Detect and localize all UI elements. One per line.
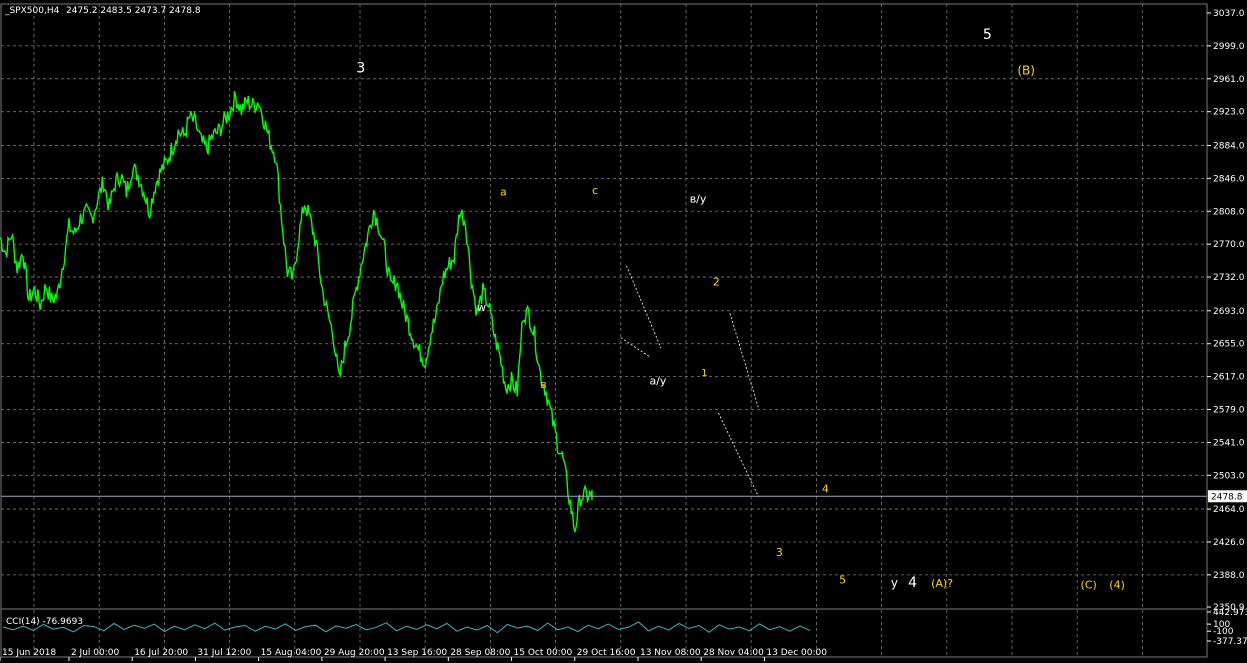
wave-label: 2 <box>713 276 720 289</box>
x-tick-label: 15 Oct 00:00 <box>514 648 573 658</box>
wave-label: (C) <box>1081 579 1097 592</box>
y-tick-label: 2426.0 <box>1213 538 1245 548</box>
x-tick-label: 29 Oct 16:00 <box>577 648 636 658</box>
y-tick-label: 3037.0 <box>1213 9 1245 19</box>
y-tick-label: 2579.0 <box>1213 406 1245 416</box>
wave-label: в/y <box>690 193 707 206</box>
y-tick-label: 2808.0 <box>1213 207 1245 217</box>
x-tick-label: 28 Sep 08:00 <box>450 648 510 658</box>
y-tick-label: 2732.0 <box>1213 273 1245 283</box>
wave-label: 4 <box>908 575 917 591</box>
symbol-label: _SPX500,H4 <box>4 6 60 16</box>
wave-label: (A)? <box>931 577 953 590</box>
wave-label: a/y <box>649 374 666 387</box>
y-tick-label: 2961.0 <box>1213 75 1245 85</box>
ohlc-readout: 2475.2 2483.5 2473.7 2478.8 <box>66 6 201 16</box>
wave-label: w <box>477 301 486 314</box>
y-tick-label: 2464.0 <box>1213 505 1245 515</box>
y-tick-label: 2770.0 <box>1213 240 1245 250</box>
x-tick-label: 15 Jun 2018 <box>2 648 56 658</box>
wave-label: 3 <box>776 546 783 559</box>
cci-tick-label: -100 <box>1213 627 1234 637</box>
wave-label: в <box>540 378 546 391</box>
x-tick-label: 31 Jul 12:00 <box>197 648 251 658</box>
y-tick-label: 2503.0 <box>1213 471 1245 481</box>
current-price-label: 2478.8 <box>1211 492 1243 502</box>
wave-label: c <box>592 184 598 197</box>
y-tick-label: 2846.0 <box>1213 174 1245 184</box>
y-tick-label: 2655.0 <box>1213 340 1245 350</box>
y-tick-label: 2999.0 <box>1213 42 1245 52</box>
cci-title: CCI(14) -76.9693 <box>6 617 83 627</box>
y-tick-label: 2884.0 <box>1213 141 1245 151</box>
x-tick-label: 15 Aug 04:00 <box>261 648 322 658</box>
y-tick-label: 2693.0 <box>1213 307 1245 317</box>
wave-label: (4) <box>1109 579 1125 592</box>
wave-label: (B) <box>1017 63 1035 77</box>
cci-tick-label: 442.9736 <box>1213 608 1247 618</box>
y-tick-label: 2388.0 <box>1213 571 1245 581</box>
wave-label: 5 <box>983 27 992 43</box>
wave-label: 4 <box>822 483 829 496</box>
x-tick-label: 2 Jul 00:00 <box>71 648 120 658</box>
wave-label: 3 <box>356 61 365 77</box>
x-tick-label: 13 Sep 16:00 <box>387 648 447 658</box>
x-tick-label: 28 Nov 04:00 <box>703 648 764 658</box>
wave-label: 1 <box>701 368 707 379</box>
y-tick-label: 2617.0 <box>1213 373 1245 383</box>
x-tick-label: 16 Jul 20:00 <box>134 648 188 658</box>
x-tick-label: 29 Aug 20:00 <box>324 648 385 658</box>
wave-label: y <box>891 576 898 590</box>
chart-background <box>0 0 1247 663</box>
x-tick-label: 13 Dec 00:00 <box>766 648 827 658</box>
x-tick-label: 13 Nov 08:00 <box>640 648 701 658</box>
price-chart: 2478.8 35(B)waвca/yв/y21435 y 4 (A)? (C) (4) … <box>0 0 1247 663</box>
wave-label: 5 <box>839 574 846 587</box>
cci-tick-label: -377.379 <box>1213 637 1247 647</box>
wave-label: a <box>500 186 507 199</box>
y-tick-label: 2541.0 <box>1213 438 1245 448</box>
y-tick-label: 2923.0 <box>1213 108 1245 118</box>
